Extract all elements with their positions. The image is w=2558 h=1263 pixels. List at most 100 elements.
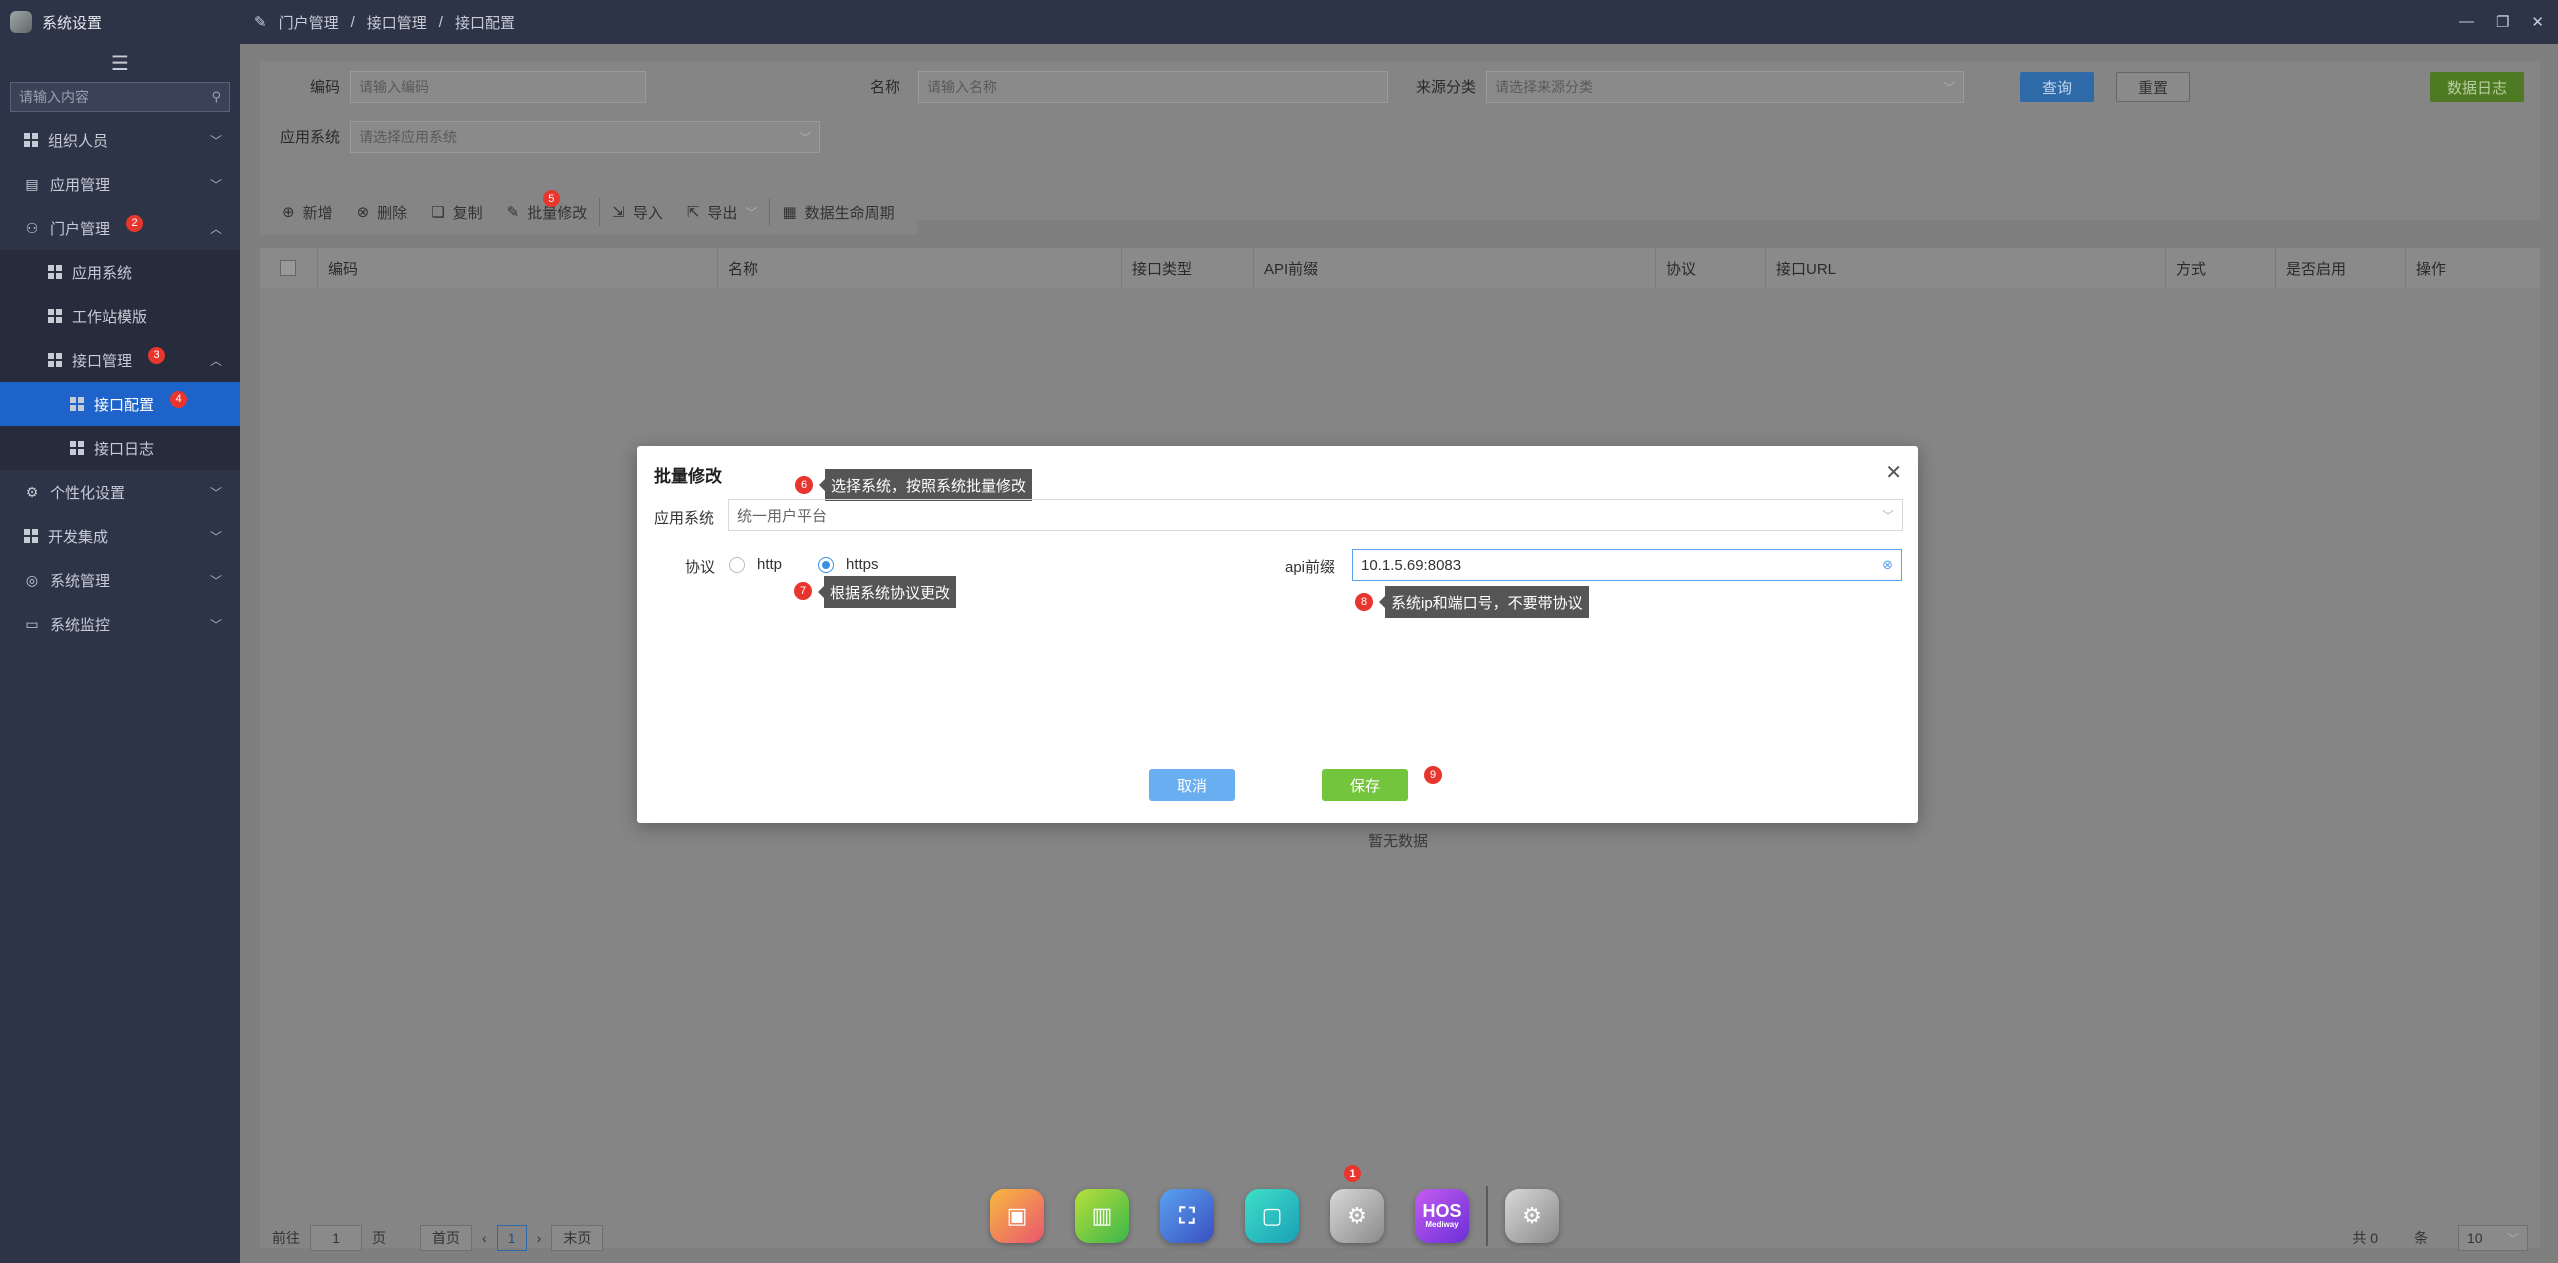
column-header[interactable]: API前缀	[1254, 248, 1656, 288]
sidebar-item-system-mgmt[interactable]: ◎ 系统管理 ﹀	[0, 558, 240, 602]
dock-app-fullscreen-icon[interactable]: ⛶	[1160, 1189, 1214, 1243]
next-page-icon[interactable]: ›	[537, 1230, 542, 1246]
source-label: 来源分类	[1415, 79, 1476, 96]
radio-circle-icon[interactable]	[729, 556, 745, 573]
menu-toggle-icon[interactable]: ☰	[0, 44, 240, 82]
sidebar-item-org[interactable]: 组织人员 ﹀	[0, 118, 240, 162]
hos-logo-text: HOS	[1422, 1201, 1462, 1221]
column-header[interactable]: 是否启用	[2276, 248, 2406, 288]
sidebar-item-dev-integration[interactable]: 开发集成 ﹀	[0, 514, 240, 558]
sidebar-search-input[interactable]	[19, 89, 209, 105]
sidebar-item-label: 应用系统	[72, 264, 133, 282]
clear-icon[interactable]: ⊗	[1882, 557, 1893, 573]
step-badge: 5	[542, 190, 560, 207]
step-badge: 3	[148, 346, 166, 364]
minimize-icon[interactable]: —	[2459, 13, 2474, 31]
import-icon: ⇲	[612, 204, 625, 221]
source-select[interactable]: 请选择来源分类 ﹀	[1486, 71, 1964, 103]
sidebar-item-label: 系统监控	[50, 616, 111, 634]
sidebar-item-label: 接口管理	[72, 352, 133, 370]
dock-app-settings-icon[interactable]: ⚙ 1	[1330, 1165, 1384, 1243]
reset-button[interactable]: 重置	[2116, 72, 2190, 102]
sidebar-item-workstation-template[interactable]: 工作站模版	[0, 294, 240, 338]
export-button[interactable]: ⇱ 导出 ﹀	[675, 190, 770, 234]
dialog-title: 批量修改	[654, 467, 722, 486]
column-header[interactable]: 接口类型	[1122, 248, 1254, 288]
sidebar-item-app-system[interactable]: 应用系统	[0, 250, 240, 294]
restore-icon[interactable]: ❐	[2496, 13, 2509, 31]
radio-checked-icon[interactable]	[818, 556, 834, 573]
sidebar-item-portal[interactable]: ⚇ 门户管理 2 ︿	[0, 206, 240, 250]
radio-http[interactable]: http	[729, 556, 782, 573]
grid-icon	[48, 265, 62, 279]
column-header[interactable]: 方式	[2166, 248, 2276, 288]
select-all-checkbox[interactable]	[280, 260, 296, 276]
sidebar-search: ⚲	[10, 82, 230, 112]
sidebar-item-label: 接口配置	[94, 396, 155, 414]
search-icon[interactable]: ⚲	[211, 89, 221, 105]
page-input[interactable]: 1	[310, 1225, 362, 1251]
close-icon[interactable]: ✕	[2531, 13, 2544, 31]
lifecycle-button[interactable]: ▦ 数据生命周期	[770, 190, 906, 234]
close-icon[interactable]: ✕	[1885, 460, 1902, 485]
monitor-icon: ▭	[25, 615, 39, 632]
last-page-button[interactable]: 末页	[551, 1225, 604, 1251]
step-badge: 2	[126, 214, 144, 232]
dock-app-columns-icon[interactable]: ▥	[1075, 1189, 1129, 1243]
lifecycle-icon: ▦	[782, 204, 797, 221]
app-system-select[interactable]: 统一用户平台 ﹀	[728, 499, 1903, 531]
column-header[interactable]: 接口URL	[1766, 248, 2166, 288]
breadcrumb-separator: /	[438, 13, 443, 31]
toolbar: ⊕ 新增 ⊗ 删除 ❏ 复制 ✎ 批量修改 5 ⇲ 导入 ⇱ 导出 ﹀ ▦ 数据生命周期	[260, 190, 917, 234]
import-button[interactable]: ⇲ 导入	[600, 190, 675, 234]
first-page-button[interactable]: 首页	[420, 1225, 472, 1251]
add-label: 新增	[302, 204, 333, 222]
column-header[interactable]: 编码	[318, 248, 718, 288]
column-header[interactable]: 名称	[718, 248, 1122, 288]
chevron-up-icon: ︿	[209, 353, 222, 368]
breadcrumb-item[interactable]: 门户管理	[279, 12, 339, 33]
app-logo-icon	[10, 11, 32, 33]
sidebar-item-app-mgmt[interactable]: ▤ 应用管理 ﹀	[0, 162, 240, 206]
chevron-down-icon: ﹀	[209, 617, 222, 632]
cancel-button[interactable]: 取消	[1149, 769, 1235, 801]
breadcrumb-item[interactable]: 接口管理	[367, 12, 427, 33]
total-count: 共 0	[2352, 1230, 2378, 1246]
sidebar-item-interface-config[interactable]: 接口配置 4	[0, 382, 240, 426]
data-log-button[interactable]: 数据日志	[2430, 72, 2524, 102]
dock-app-photo-icon[interactable]: ▣	[990, 1189, 1044, 1243]
dock-app-settings-secondary-icon[interactable]: ⚙	[1505, 1189, 1559, 1243]
api-prefix-input[interactable]: 10.1.5.69:8083 ⊗	[1352, 549, 1902, 581]
add-button[interactable]: ⊕ 新增	[270, 190, 345, 234]
app-header: 系统设置	[0, 0, 240, 44]
page-unit: 页	[372, 1230, 386, 1246]
sidebar-item-interface-mgmt[interactable]: 接口管理 3 ︿	[0, 338, 240, 382]
sidebar-item-personalization[interactable]: ⚙ 个性化设置 ﹀	[0, 470, 240, 514]
batch-edit-button[interactable]: ✎ 批量修改 5	[495, 190, 600, 234]
copy-button[interactable]: ❏ 复制	[419, 190, 494, 234]
code-input[interactable]: 请输入编码	[350, 71, 646, 103]
app-system-placeholder: 请选择应用系统	[359, 129, 457, 145]
chevron-down-icon: ﹀	[2506, 1231, 2519, 1246]
table-header: 编码 名称 接口类型 API前缀 协议 接口URL 方式 是否启用 操作	[260, 248, 2540, 288]
radio-https[interactable]: https	[818, 556, 879, 573]
sidebar-item-system-monitor[interactable]: ▭ 系统监控 ﹀	[0, 602, 240, 646]
column-header[interactable]: 协议	[1656, 248, 1766, 288]
name-input[interactable]: 请输入名称	[918, 71, 1388, 103]
app-system-select[interactable]: 请选择应用系统 ﹀	[350, 121, 820, 153]
tooltip-protocol: 根据系统协议更改	[817, 576, 957, 608]
save-button[interactable]: 保存	[1322, 769, 1408, 801]
sidebar-item-interface-log[interactable]: 接口日志	[0, 426, 240, 470]
prev-page-icon[interactable]: ‹	[482, 1230, 487, 1246]
query-button[interactable]: 查询	[2020, 72, 2094, 102]
import-label: 导入	[632, 204, 663, 222]
dock-app-screen-icon[interactable]: ▢	[1245, 1189, 1299, 1243]
current-page[interactable]: 1	[496, 1225, 527, 1251]
sidebar-item-label: 工作站模版	[72, 308, 148, 326]
page-size-select[interactable]: 10 ﹀	[2458, 1225, 2528, 1251]
chevron-down-icon: ﹀	[745, 205, 758, 220]
sidebar-item-label: 门户管理	[50, 220, 111, 238]
dock-app-hos-icon[interactable]: HOS Mediway	[1415, 1189, 1469, 1243]
delete-button[interactable]: ⊗ 删除	[345, 190, 420, 234]
empty-text: 暂无数据	[1368, 833, 1429, 850]
